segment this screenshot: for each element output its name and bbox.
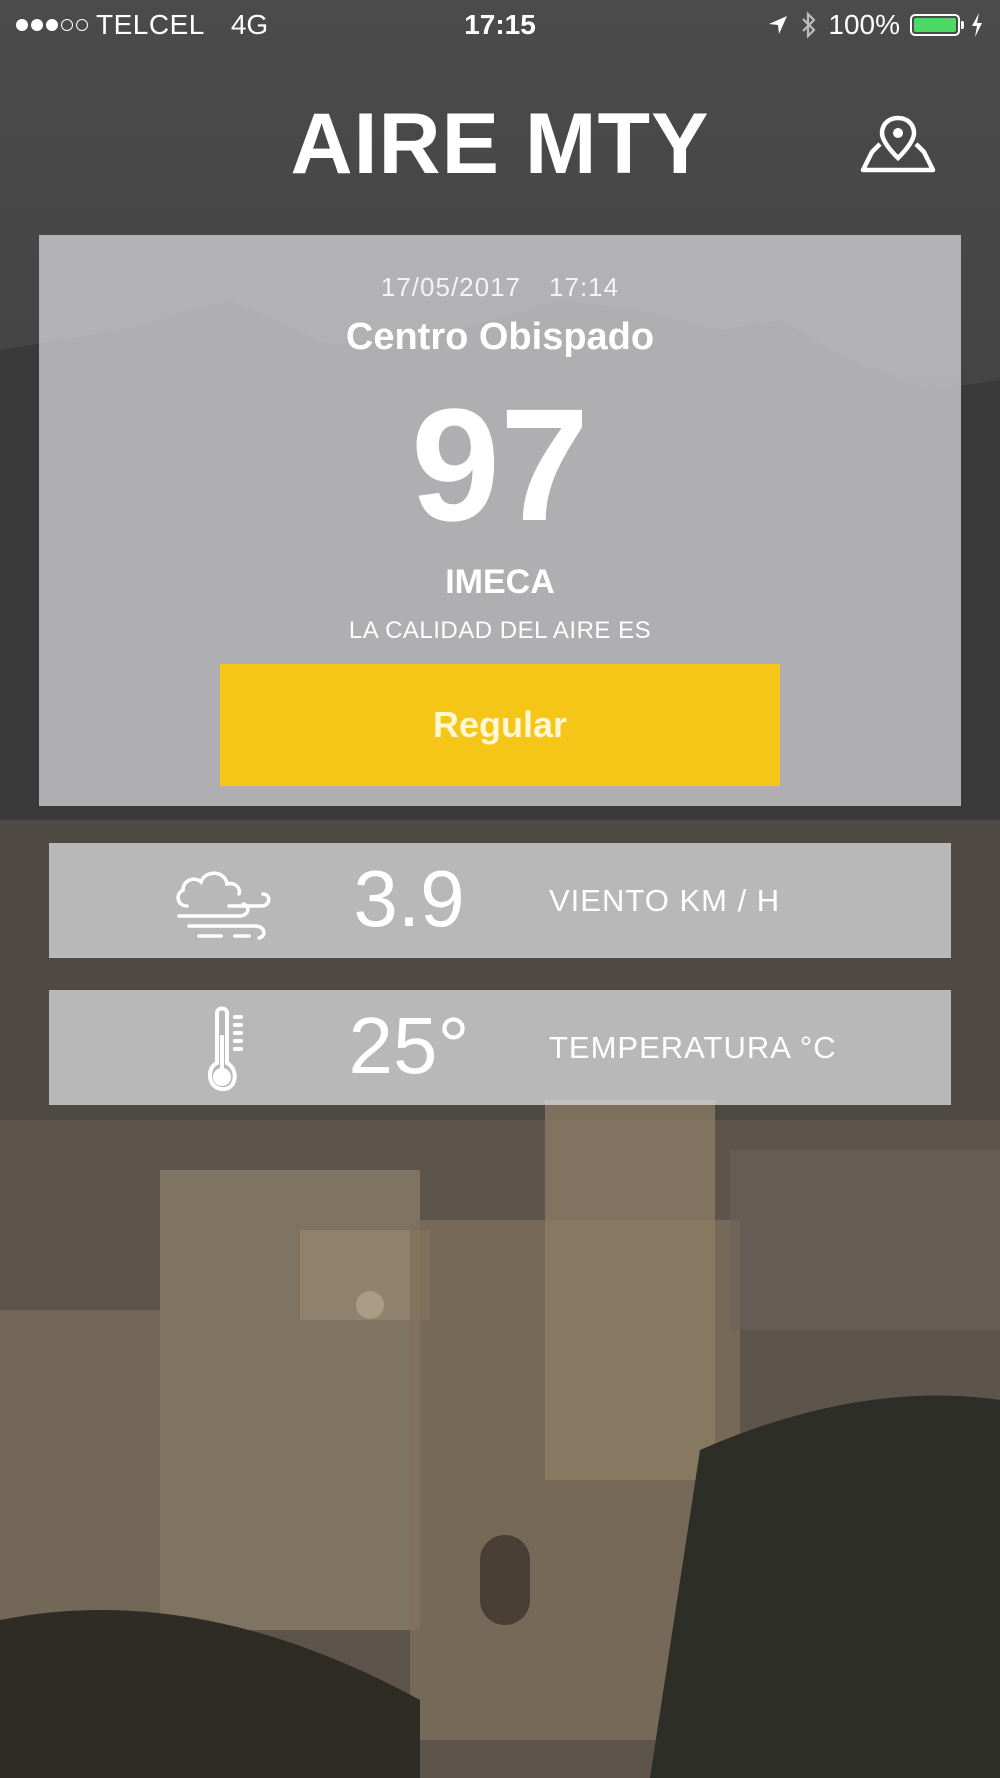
charging-bolt-icon (972, 13, 982, 37)
temperature-label: TEMPERATURA °C (549, 1030, 837, 1065)
app-title: AIRE MTY (290, 96, 710, 192)
temperature-row: 25° TEMPERATURA °C (49, 990, 951, 1105)
map-pin-icon[interactable] (860, 112, 936, 176)
battery-fill (914, 18, 956, 32)
reading-time: 17:14 (549, 272, 620, 302)
imeca-unit: IMECA (445, 563, 555, 601)
wind-cloud-icon (176, 871, 271, 940)
battery-icon (910, 14, 964, 36)
status-bar: TELCEL 4G 17:15 100% (0, 0, 1000, 50)
status-right: 100% (766, 9, 984, 41)
location-arrow-icon (769, 16, 788, 34)
temperature-value: 25° (348, 1001, 470, 1090)
quality-label: LA CALIDAD DEL AIRE ES (348, 617, 652, 644)
thermometer-icon (208, 1006, 243, 1092)
wind-value: 3.9 (353, 854, 465, 943)
reading-datetime: 17/05/2017 17:14 (0, 272, 1000, 303)
wind-row: 3.9 VIENTO KM / H (49, 843, 951, 958)
reading-date: 17/05/2017 (380, 272, 522, 302)
battery-percent: 100% (828, 9, 900, 40)
station-name: Centro Obispado (345, 316, 655, 358)
imeca-value: 97 (411, 375, 589, 554)
bluetooth-icon (802, 11, 816, 39)
quality-status-text: Regular (432, 704, 568, 745)
quality-status-badge: Regular (220, 664, 780, 786)
wind-label: VIENTO KM / H (549, 883, 781, 918)
